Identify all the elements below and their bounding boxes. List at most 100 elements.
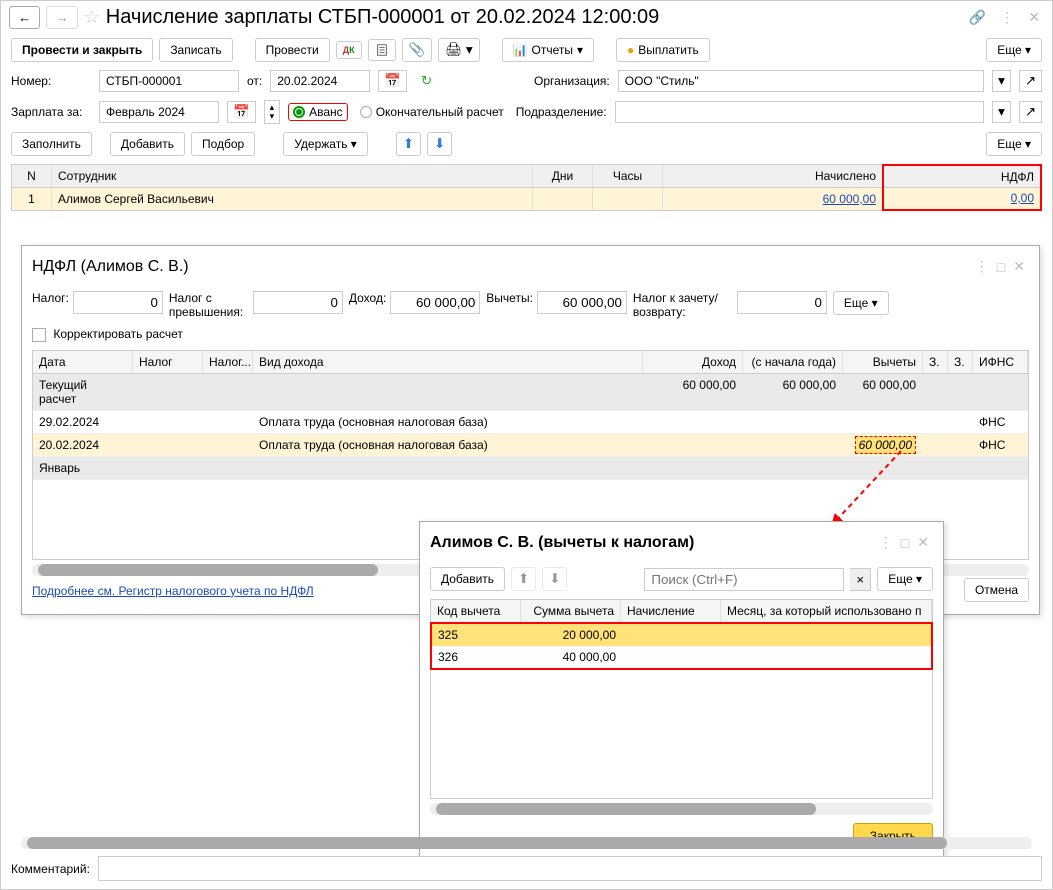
dtkt-icon[interactable]: ДК [336, 41, 362, 59]
ded-maximize-icon[interactable]: □ [897, 531, 913, 555]
col-ndfl: НДФЛ [882, 164, 1042, 188]
search-clear-icon[interactable]: × [850, 568, 871, 591]
month-spinner-icon[interactable]: ▴▾ [264, 100, 281, 124]
close-icon[interactable]: ✕ [1024, 5, 1044, 30]
down-arrow-icon[interactable]: ⬇ [427, 132, 452, 156]
footer-bar: Комментарий: [11, 856, 1042, 881]
credit-input[interactable] [737, 291, 827, 314]
org-dropdown-icon[interactable]: ▾ [992, 70, 1011, 92]
org-label: Организация: [534, 74, 610, 88]
table-row[interactable]: 1 Алимов Сергей Васильевич 60 000,00 0,0… [12, 188, 1041, 210]
col-employee: Сотрудник [52, 165, 533, 187]
employees-table: N Сотрудник Дни Часы Начислено НДФЛ 1 Ал… [11, 164, 1042, 211]
ndfl-close-icon[interactable]: ✕ [1009, 254, 1029, 279]
division-input[interactable] [615, 101, 985, 123]
ded-scrollbar[interactable] [430, 803, 933, 815]
ded-kebab-icon[interactable]: ⋮ [875, 530, 897, 555]
number-label: Номер: [11, 74, 91, 88]
exceed-label: Налог с превышения: [169, 291, 249, 319]
col-accrued: Начислено [663, 165, 883, 187]
month-calendar-icon[interactable]: 📅 [227, 101, 256, 123]
ded-add-button[interactable]: Добавить [430, 567, 505, 591]
col-hours: Часы [593, 165, 663, 187]
income-input[interactable] [390, 291, 480, 314]
credit-label: Налог к зачету/возврату: [633, 291, 733, 319]
org-open-icon[interactable]: ↗ [1019, 70, 1042, 92]
radio-checked-icon [293, 106, 305, 118]
ndfl-row[interactable]: 29.02.2024 Оплата труда (основная налого… [33, 411, 1028, 434]
ndfl-col-date: Дата [33, 351, 133, 373]
ded-up-icon[interactable]: ⬆ [511, 567, 536, 591]
actions-more-button[interactable]: Еще ▾ [986, 132, 1042, 156]
kebab-icon[interactable]: ⋮ [996, 5, 1018, 30]
comment-label: Комментарий: [11, 862, 90, 876]
ded-row-selected[interactable]: 325 20 000,00 [432, 624, 931, 646]
ded-row[interactable]: 326 40 000,00 [432, 646, 931, 668]
document-icon[interactable] [368, 39, 396, 61]
ndfl-maximize-icon[interactable]: □ [993, 255, 1009, 279]
favorite-icon[interactable]: ☆ [84, 7, 100, 28]
cell-ndfl[interactable]: 0,00 [882, 187, 1042, 211]
back-button[interactable]: ← [9, 6, 40, 29]
select-button[interactable]: Подбор [191, 132, 255, 156]
final-radio[interactable]: Окончательный расчет [356, 104, 508, 120]
refresh-icon[interactable]: ↻ [415, 70, 438, 92]
link-icon[interactable]: 🔗 [965, 5, 990, 30]
cell-employee: Алимов Сергей Васильевич [52, 188, 533, 210]
register-link[interactable]: Подробнее см. Регистр налогового учета п… [22, 576, 324, 606]
cancel-button[interactable]: Отмена [964, 578, 1029, 602]
col-days: Дни [533, 165, 593, 187]
radio-empty-icon [360, 106, 372, 118]
main-toolbar: Провести и закрыть Записать Провести ДК … [1, 34, 1052, 66]
post-close-button[interactable]: Провести и закрыть [11, 38, 153, 62]
advance-radio[interactable]: Аванс [288, 103, 348, 121]
up-arrow-icon[interactable]: ⬆ [396, 132, 421, 156]
forward-button[interactable]: → [46, 6, 77, 29]
correct-checkbox[interactable] [32, 328, 46, 342]
fill-button[interactable]: Заполнить [11, 132, 92, 156]
ded-col-sum: Сумма вычета [521, 600, 621, 622]
salary-for-label: Зарплата за: [11, 105, 91, 119]
org-input[interactable] [618, 70, 984, 92]
ndfl-col-ifns: ИФНС [973, 351, 1028, 373]
post-button[interactable]: Провести [255, 38, 330, 62]
tax-input[interactable] [73, 291, 163, 314]
division-dropdown-icon[interactable]: ▾ [992, 101, 1011, 123]
main-scrollbar[interactable] [21, 837, 1032, 849]
reports-button[interactable]: 📊 Отчеты ▾ [502, 38, 594, 62]
division-open-icon[interactable]: ↗ [1019, 101, 1042, 123]
date-input[interactable] [270, 70, 370, 92]
write-button[interactable]: Записать [159, 38, 232, 62]
print-icon[interactable]: 🖨 ▾ [438, 38, 479, 62]
number-input[interactable] [99, 70, 239, 92]
ndfl-col-tax: Налог [133, 351, 203, 373]
comment-input[interactable] [98, 856, 1042, 881]
ndfl-row-highlighted[interactable]: 20.02.2024 Оплата труда (основная налого… [33, 434, 1028, 457]
ded-col-code: Код вычета [431, 600, 521, 622]
search-input[interactable] [644, 568, 844, 591]
col-n: N [12, 165, 52, 187]
ndfl-group-row[interactable]: Январь [33, 457, 1028, 480]
ndfl-col-ytd: (с начала года) [743, 351, 843, 373]
more-button[interactable]: Еще ▾ [986, 38, 1042, 62]
add-button[interactable]: Добавить [110, 132, 185, 156]
deductions-input[interactable] [537, 291, 627, 314]
ndfl-col-z1: З. [923, 351, 948, 373]
ndfl-kebab-icon[interactable]: ⋮ [971, 254, 993, 279]
ndfl-col-tax2: Налог... [203, 351, 253, 373]
ded-more-button[interactable]: Еще ▾ [877, 567, 933, 591]
ndfl-more-button[interactable]: Еще ▾ [833, 291, 889, 315]
cell-hours [593, 188, 663, 210]
salary-for-input[interactable] [99, 101, 219, 123]
attach-icon[interactable]: 📎 [402, 38, 433, 62]
withhold-button[interactable]: Удержать ▾ [283, 132, 368, 156]
ded-down-icon[interactable]: ⬇ [542, 567, 567, 591]
pay-button[interactable]: ● Выплатить [616, 38, 710, 62]
cell-accrued[interactable]: 60 000,00 [663, 188, 883, 210]
calendar-icon[interactable]: 📅 [378, 70, 407, 92]
ndfl-group-row[interactable]: Текущий расчет 60 000,00 60 000,00 60 00… [33, 374, 1028, 411]
window-title: Начисление зарплаты СТБП-000001 от 20.02… [106, 6, 659, 29]
ded-close-icon[interactable]: ✕ [913, 530, 933, 555]
exceed-input[interactable] [253, 291, 343, 314]
ded-col-month: Месяц, за который использовано п [721, 600, 932, 622]
